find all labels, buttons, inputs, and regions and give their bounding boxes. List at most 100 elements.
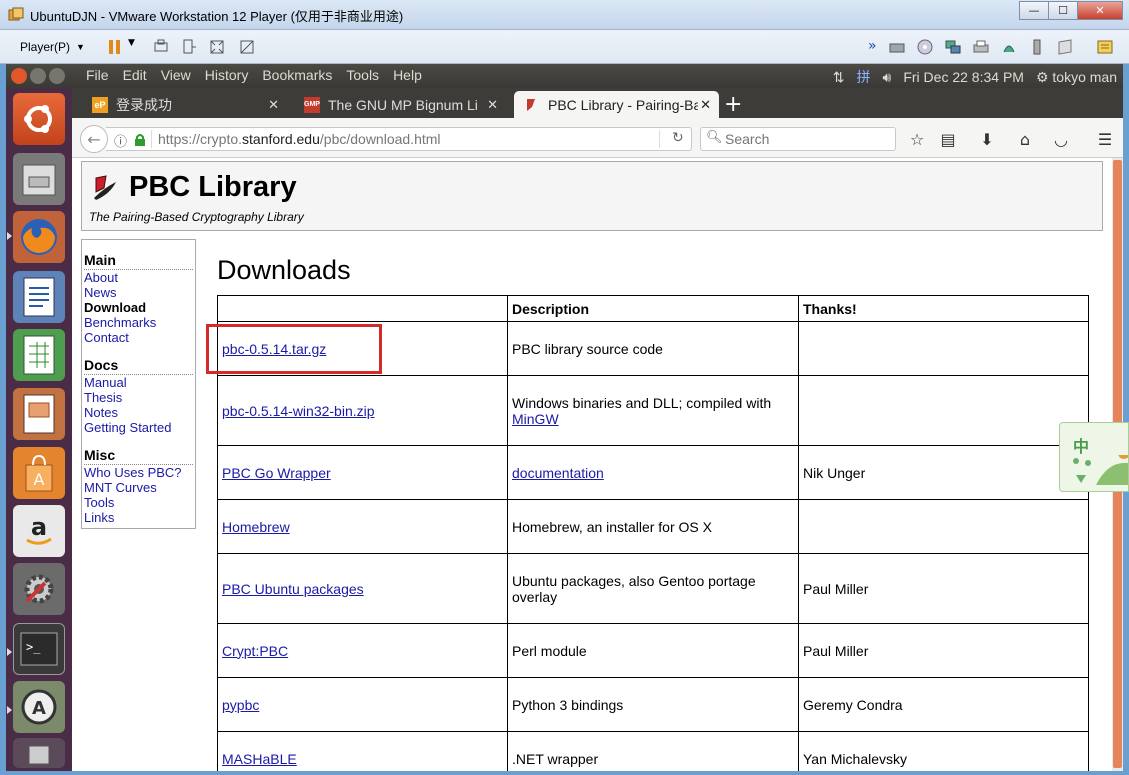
description-cell: Homebrew, an installer for OS X xyxy=(507,499,799,554)
launcher-amazon[interactable]: a xyxy=(13,505,65,557)
nav-link-thesis[interactable]: Thesis xyxy=(84,390,193,405)
volume-icon[interactable]: 🔊︎ xyxy=(883,69,892,86)
nav-link-manual[interactable]: Manual xyxy=(84,375,193,390)
new-tab-button[interactable]: + xyxy=(724,92,742,117)
cd-drive-icon[interactable] xyxy=(916,38,934,56)
menu-view[interactable]: View xyxy=(154,67,198,83)
launcher-files[interactable] xyxy=(13,153,65,205)
close-button[interactable]: ✕ xyxy=(1077,1,1123,20)
firefox-icon xyxy=(21,219,57,255)
tab-close-icon[interactable]: ✕ xyxy=(700,97,711,113)
nav-link-download[interactable]: Download xyxy=(84,300,193,315)
svg-text:a: a xyxy=(31,513,47,541)
table-row: PBC Go Wrapper documentation Nik Unger xyxy=(217,445,1089,500)
launcher-writer[interactable] xyxy=(13,271,65,323)
nav-link-links[interactable]: Links xyxy=(84,510,193,525)
clock[interactable]: Fri Dec 22 8:34 PM xyxy=(903,69,1024,85)
search-box[interactable]: 🔍︎ xyxy=(700,127,896,151)
nav-link-notes[interactable]: Notes xyxy=(84,405,193,420)
sound-card-icon[interactable] xyxy=(1000,38,1018,56)
vmware-window-controls: — ☐ ✕ xyxy=(1019,1,1123,20)
nav-link-who-uses-pbc[interactable]: Who Uses PBC? xyxy=(84,465,193,480)
link-homebrew[interactable]: Homebrew xyxy=(222,519,290,535)
input-method-indicator[interactable]: 拼 xyxy=(857,67,871,87)
pause-dropdown-icon[interactable]: ▼ xyxy=(128,38,146,56)
usb-device-icon[interactable] xyxy=(1028,38,1046,56)
unity-mode-icon[interactable] xyxy=(238,38,256,56)
launcher-software-updater[interactable]: A xyxy=(13,681,65,733)
menu-tools[interactable]: Tools xyxy=(339,67,386,83)
more-devices-icon[interactable]: » xyxy=(868,38,886,56)
launcher-terminal[interactable]: >_ xyxy=(13,623,65,675)
menu-file[interactable]: File xyxy=(79,67,116,83)
window-maximize-icon[interactable] xyxy=(49,68,65,84)
hamburger-menu-icon[interactable]: ☰ xyxy=(1096,130,1114,149)
link-pbc-go-wrapper[interactable]: PBC Go Wrapper xyxy=(222,465,331,481)
tab-close-icon[interactable]: ✕ xyxy=(268,97,279,113)
hard-disk-icon[interactable] xyxy=(888,38,906,56)
fullscreen-icon[interactable] xyxy=(208,38,226,56)
link-pbc-ubuntu-packages[interactable]: PBC Ubuntu packages xyxy=(222,581,364,597)
nav-link-mnt-curves[interactable]: MNT Curves xyxy=(84,480,193,495)
network-adapter-icon[interactable] xyxy=(944,38,962,56)
window-close-icon[interactable] xyxy=(11,68,27,84)
tab-login-success[interactable]: eP 登录成功 ✕ xyxy=(82,91,287,118)
search-input[interactable] xyxy=(723,130,891,148)
launcher-software-center[interactable]: A xyxy=(13,447,65,499)
reload-icon[interactable]: ↻ xyxy=(672,130,684,146)
download-arrow-icon[interactable]: ⬇ xyxy=(978,130,996,149)
launcher-trash[interactable] xyxy=(13,738,65,768)
maximize-button[interactable]: ☐ xyxy=(1048,1,1078,20)
url-bar[interactable]: ⓘ https://crypto.stanford.edu/pbc/downlo… xyxy=(106,127,692,151)
display-icon[interactable] xyxy=(1056,38,1074,56)
description-cell: Python 3 bindings xyxy=(507,677,799,732)
nav-link-news[interactable]: News xyxy=(84,285,193,300)
network-transfer-icon[interactable]: ⇅ xyxy=(833,69,845,86)
ep-favicon-icon: eP xyxy=(92,96,108,113)
link-mashable[interactable]: MASHaBLE xyxy=(222,751,297,767)
mingw-link[interactable]: MinGW xyxy=(512,411,559,427)
printer-icon[interactable] xyxy=(972,38,990,56)
launcher-calc[interactable] xyxy=(13,329,65,381)
window-minimize-icon[interactable] xyxy=(30,68,46,84)
menu-edit[interactable]: Edit xyxy=(116,67,154,83)
player-menu-button[interactable]: Player(P) ▼ xyxy=(12,36,93,58)
message-log-icon[interactable] xyxy=(1096,38,1114,56)
pocket-icon[interactable]: ◡ xyxy=(1052,130,1070,149)
link-pypbc[interactable]: pypbc xyxy=(222,697,259,713)
user-menu[interactable]: ⚙ tokyo man xyxy=(1036,69,1117,86)
menu-bookmarks[interactable]: Bookmarks xyxy=(255,67,339,83)
amazon-icon: a xyxy=(26,513,52,545)
minimize-button[interactable]: — xyxy=(1019,1,1049,20)
documentation-link[interactable]: documentation xyxy=(512,465,604,481)
launcher-impress[interactable] xyxy=(13,388,65,440)
ime-floating-widget[interactable]: 中 xyxy=(1059,422,1129,492)
nav-link-benchmarks[interactable]: Benchmarks xyxy=(84,315,193,330)
launcher-system-settings[interactable] xyxy=(13,563,65,615)
link-crypt-pbc[interactable]: Crypt:PBC xyxy=(222,643,288,659)
pause-icon[interactable] xyxy=(106,38,124,56)
back-button[interactable]: ← xyxy=(80,125,108,153)
home-icon[interactable]: ⌂ xyxy=(1016,130,1034,149)
menu-history[interactable]: History xyxy=(198,67,256,83)
nav-link-getting-started[interactable]: Getting Started xyxy=(84,420,193,435)
nav-link-contact[interactable]: Contact xyxy=(84,330,193,345)
menu-help[interactable]: Help xyxy=(386,67,429,83)
removable-devices-icon[interactable] xyxy=(180,38,198,56)
launcher-firefox[interactable] xyxy=(13,211,65,263)
launcher-dash-button[interactable] xyxy=(13,93,65,145)
info-icon[interactable]: ⓘ xyxy=(114,131,127,150)
pbc-logo-icon xyxy=(94,175,116,200)
table-row: Homebrew Homebrew, an installer for OS X xyxy=(217,499,1089,554)
tab-gnu-mp[interactable]: GMP The GNU MP Bignum Library ✕ xyxy=(294,91,506,118)
gmp-favicon-icon: GMP xyxy=(304,96,320,113)
tab-pbc-library[interactable]: PBC Library - Pairing-Based Cryptography… xyxy=(514,91,719,118)
ime-mascot-icon xyxy=(1073,455,1128,485)
nav-link-tools[interactable]: Tools xyxy=(84,495,193,510)
nav-link-about[interactable]: About xyxy=(84,270,193,285)
bookmark-star-icon[interactable]: ☆ xyxy=(908,130,926,149)
reading-list-icon[interactable]: ▤ xyxy=(939,130,957,149)
send-ctrl-alt-del-icon[interactable] xyxy=(152,38,170,56)
tab-close-icon[interactable]: ✕ xyxy=(487,97,498,113)
download-link-win32-zip[interactable]: pbc-0.5.14-win32-bin.zip xyxy=(222,403,375,419)
